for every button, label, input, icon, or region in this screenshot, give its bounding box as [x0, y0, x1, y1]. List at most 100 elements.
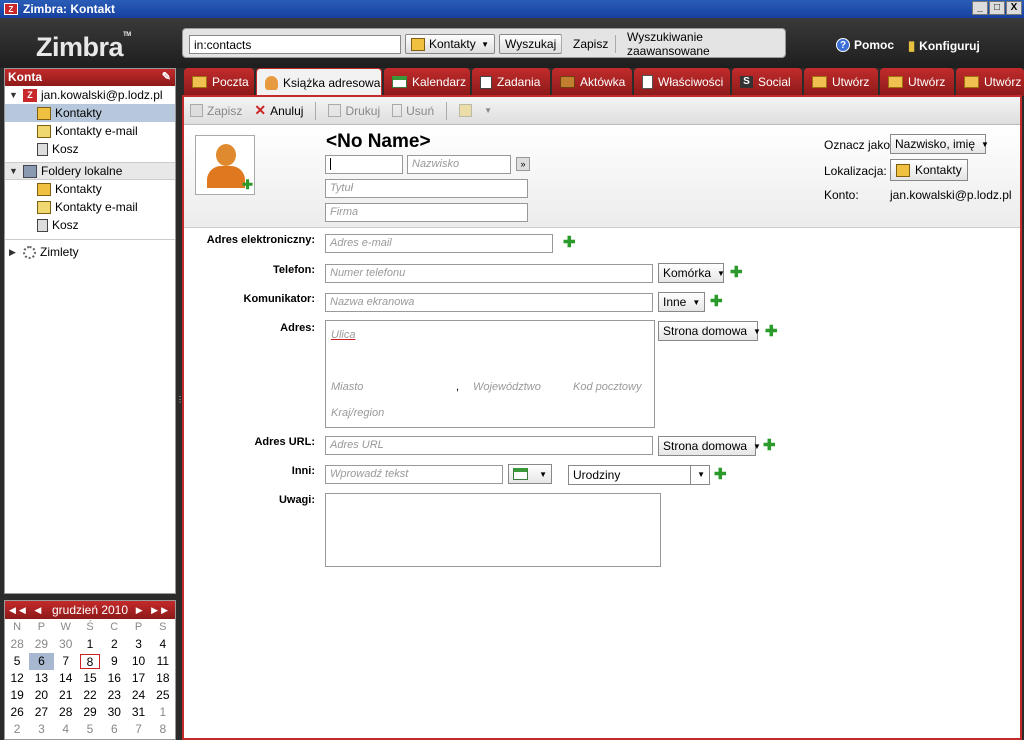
add-url-icon[interactable]: ✚ — [763, 438, 776, 453]
calendar-day[interactable]: 29 — [78, 704, 102, 721]
calendar-day[interactable]: 20 — [29, 687, 53, 704]
delete-button[interactable]: Usuń — [392, 104, 434, 118]
expand-icon[interactable]: ▶ — [9, 247, 19, 258]
url-field[interactable]: Adres URL — [325, 436, 653, 455]
minimize-button[interactable]: _ — [972, 1, 988, 15]
tab-briefcase[interactable]: Aktówka — [552, 68, 632, 96]
configure-link[interactable]: ▮ Konfiguruj — [908, 38, 980, 54]
calendar-day[interactable]: 30 — [54, 636, 78, 653]
save-search-button[interactable]: Zapisz — [567, 34, 614, 54]
tab-social[interactable]: S Social — [732, 68, 802, 96]
calendar-day[interactable]: 1 — [151, 704, 175, 721]
folder-trash[interactable]: Kosz — [5, 140, 175, 158]
mark-as-dropdown[interactable]: Nazwisko, imię ▼ — [890, 134, 989, 154]
calendar-day[interactable]: 2 — [5, 721, 29, 738]
first-name-field[interactable] — [325, 155, 403, 174]
calendar-day[interactable]: 21 — [54, 687, 78, 704]
last-name-field[interactable]: Nazwisko — [407, 155, 511, 174]
advanced-search-button[interactable]: Wyszukiwanie zaawansowane — [621, 30, 785, 58]
tab-create-3[interactable]: Utwórz — [956, 68, 1024, 96]
other-type-dropdown[interactable]: Urodziny ▼ — [568, 465, 710, 485]
calendar-day[interactable]: 18 — [151, 670, 175, 687]
tab-create-1[interactable]: Utwórz — [804, 68, 878, 96]
calendar-day[interactable]: 5 — [5, 653, 29, 670]
save-button[interactable]: Zapisz — [190, 104, 242, 118]
tab-address-book[interactable]: Książka adresowa — [256, 68, 382, 97]
cancel-button[interactable]: ✕ Anuluj — [254, 102, 303, 119]
calendar-day[interactable]: 3 — [29, 721, 53, 738]
calendar-day[interactable]: 8 — [151, 721, 175, 738]
company-field[interactable]: Firma — [325, 203, 528, 222]
url-type-dropdown[interactable]: Strona domowa ▼ — [658, 436, 761, 456]
im-field[interactable]: Nazwa ekranowa — [325, 293, 653, 312]
calendar-day[interactable]: 7 — [54, 653, 78, 670]
zip-field[interactable]: Kod pocztowy — [573, 381, 641, 393]
address-type-dropdown[interactable]: Strona domowa ▼ — [658, 321, 761, 341]
search-input[interactable] — [189, 35, 401, 54]
folder-email-contacts[interactable]: Kontakty e-mail — [5, 122, 175, 140]
maximize-button[interactable]: □ — [989, 1, 1005, 15]
print-button[interactable]: Drukuj — [328, 104, 380, 118]
expand-name-button[interactable]: » — [516, 157, 530, 171]
title-field[interactable]: Tytuł — [325, 179, 528, 198]
local-folder-email-contacts[interactable]: Kontakty e-mail — [5, 198, 175, 216]
tab-calendar[interactable]: Kalendarz — [384, 68, 470, 96]
next-month-next-year-icons[interactable]: ▶ ▶▶ — [136, 605, 171, 616]
prev-year-prev-month-icons[interactable]: ◀◀ ◀ — [9, 605, 44, 616]
street-field[interactable]: Ulica — [331, 329, 355, 341]
add-address-icon[interactable]: ✚ — [765, 324, 778, 339]
calendar-day[interactable]: 14 — [54, 670, 78, 687]
pin-icon[interactable]: ✎ — [162, 69, 171, 86]
city-field[interactable]: Miasto — [331, 381, 363, 393]
zimlets-row[interactable]: ▶ Zimlety — [5, 243, 175, 261]
tab-preferences[interactable]: Właściwości — [634, 68, 730, 96]
add-phone-icon[interactable]: ✚ — [730, 265, 743, 280]
folder-contacts[interactable]: Kontakty — [5, 104, 175, 122]
location-button[interactable]: Kontakty — [890, 159, 968, 181]
calendar-day[interactable]: 2 — [102, 636, 126, 653]
state-field[interactable]: Województwo — [473, 381, 541, 393]
country-field[interactable]: Kraj/region — [331, 407, 384, 419]
calendar-day[interactable]: 13 — [29, 670, 53, 687]
calendar-day[interactable]: 19 — [5, 687, 29, 704]
calendar-day[interactable]: 10 — [126, 653, 150, 670]
tab-tasks[interactable]: Zadania — [472, 68, 550, 96]
search-button[interactable]: Wyszukaj — [499, 34, 563, 54]
calendar-day[interactable]: 6 — [29, 653, 54, 670]
calendar-day[interactable]: 24 — [126, 687, 150, 704]
add-email-icon[interactable]: ✚ — [563, 235, 576, 250]
calendar-day[interactable]: 26 — [5, 704, 29, 721]
calendar-day[interactable]: 22 — [78, 687, 102, 704]
local-folders-row[interactable]: ▼ Foldery lokalne — [5, 162, 175, 180]
add-other-icon[interactable]: ✚ — [714, 467, 727, 482]
calendar-day[interactable]: 17 — [126, 670, 150, 687]
calendar-day[interactable]: 28 — [54, 704, 78, 721]
phone-type-dropdown[interactable]: Komórka ▼ — [658, 263, 725, 283]
tag-button[interactable]: ▼ — [459, 104, 492, 117]
calendar-day[interactable]: 9 — [102, 653, 126, 670]
collapse-icon[interactable]: ▼ — [9, 166, 19, 176]
email-field[interactable]: Adres e-mail — [325, 234, 553, 253]
calendar-day[interactable]: 31 — [126, 704, 150, 721]
tab-create-2[interactable]: Utwórz — [880, 68, 954, 96]
calendar-day[interactable]: 27 — [29, 704, 53, 721]
calendar-day[interactable]: 12 — [5, 670, 29, 687]
calendar-day[interactable]: 5 — [78, 721, 102, 738]
collapse-icon[interactable]: ▼ — [9, 90, 19, 100]
notes-textarea[interactable] — [325, 493, 661, 567]
calendar-day[interactable]: 15 — [78, 670, 102, 687]
calendar-day[interactable]: 11 — [151, 653, 175, 670]
calendar-day[interactable]: 3 — [126, 636, 150, 653]
calendar-day[interactable]: 29 — [29, 636, 53, 653]
sidebar-splitter[interactable]: ⋮ — [176, 395, 184, 409]
calendar-day[interactable]: 7 — [126, 721, 150, 738]
calendar-day[interactable]: 16 — [102, 670, 126, 687]
calendar-day[interactable]: 1 — [78, 636, 102, 653]
im-type-dropdown[interactable]: Inne ▼ — [658, 292, 705, 312]
calendar-day[interactable]: 28 — [5, 636, 29, 653]
close-button[interactable]: X — [1006, 1, 1022, 15]
calendar-day[interactable]: 6 — [102, 721, 126, 738]
calendar-day[interactable]: 4 — [151, 636, 175, 653]
date-picker-button[interactable]: ▼ — [508, 464, 552, 484]
phone-field[interactable]: Numer telefonu — [325, 264, 653, 283]
